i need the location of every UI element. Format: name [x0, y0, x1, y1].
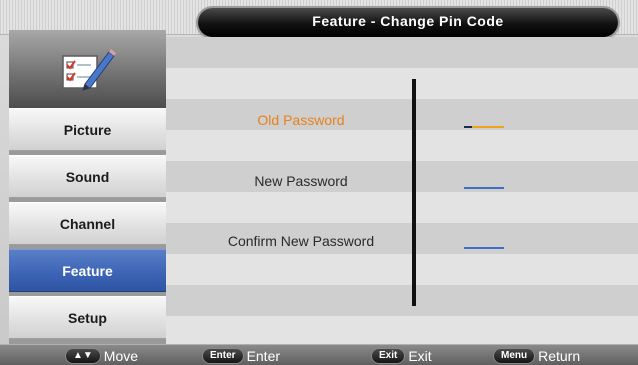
- sidebar-item-setup[interactable]: Setup: [9, 296, 166, 339]
- row-stripe: [166, 192, 638, 223]
- page-title: Feature - Change Pin Code: [312, 13, 504, 29]
- old-password-label: Old Password: [257, 112, 345, 128]
- hint-label: Move: [103, 347, 139, 364]
- up-down-key-icon: ▲▼: [66, 348, 100, 363]
- hint-exit: Exit Exit: [372, 347, 432, 364]
- confirm-password-label: Confirm New Password: [227, 233, 375, 249]
- settings-panel: Old Password New Password Confirm New Pa…: [166, 37, 638, 344]
- sidebar-header: [9, 30, 166, 108]
- hint-label: Enter: [246, 347, 281, 364]
- sidebar-item-feature[interactable]: Feature: [9, 249, 166, 292]
- hint-label: Exit: [408, 347, 432, 364]
- exit-key-icon: Exit: [372, 348, 405, 363]
- confirm-password-field[interactable]: [464, 247, 504, 249]
- row-stripe: [166, 316, 638, 344]
- hint-enter: Enter Enter: [203, 347, 280, 364]
- new-password-field[interactable]: [464, 187, 504, 189]
- key-hint-bar: ▲▼ Move Enter Enter Exit Exit Menu Retur…: [0, 344, 638, 365]
- sidebar: Picture Sound Channel Feature Setup: [9, 30, 166, 344]
- enter-key-icon: Enter: [203, 348, 243, 363]
- sidebar-item-sound[interactable]: Sound: [9, 155, 166, 198]
- tv-osd-screen: Feature - Change Pin Code Picture Sound …: [0, 0, 638, 365]
- row-stripe: [166, 254, 638, 285]
- hint-label: Return: [538, 347, 581, 364]
- row-stripe: [166, 68, 638, 99]
- sidebar-item-picture[interactable]: Picture: [9, 108, 166, 151]
- row-stripe: [166, 130, 638, 161]
- checklist-pencil-icon: [62, 49, 116, 91]
- text-cursor: [464, 126, 472, 128]
- hint-return: Menu Return: [494, 347, 580, 364]
- menu-key-icon: Menu: [494, 348, 535, 363]
- row-stripe: [166, 285, 638, 316]
- sidebar-item-channel[interactable]: Channel: [9, 202, 166, 245]
- hint-move: ▲▼ Move: [66, 347, 138, 364]
- title-bar: Feature - Change Pin Code: [198, 8, 618, 37]
- new-password-label: New Password: [254, 173, 348, 189]
- row-stripe: [166, 37, 638, 68]
